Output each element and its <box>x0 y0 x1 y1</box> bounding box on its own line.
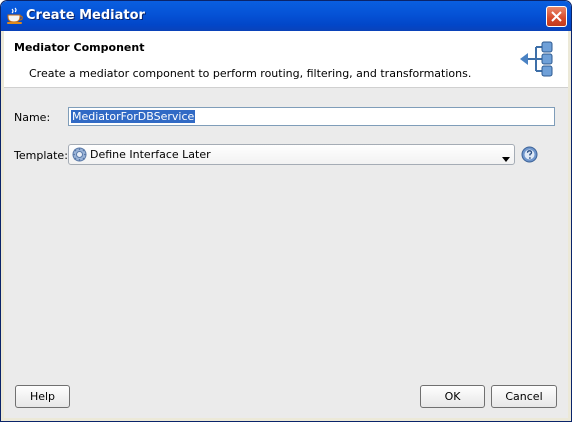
name-input[interactable]: MediatorForDBService <box>68 107 555 126</box>
template-label: Template: <box>14 149 68 162</box>
template-value: Define Interface Later <box>90 148 211 161</box>
window-title: Create Mediator <box>26 8 145 23</box>
title-bar[interactable]: Create Mediator <box>1 1 571 31</box>
help-button[interactable]: Help <box>15 385 70 408</box>
header-title: Mediator Component <box>14 41 145 54</box>
template-dropdown[interactable]: Define Interface Later <box>68 144 515 165</box>
close-button[interactable] <box>546 6 567 27</box>
header-description: Create a mediator component to perform r… <box>29 67 472 80</box>
ok-button[interactable]: OK <box>420 385 485 408</box>
cancel-button[interactable]: Cancel <box>491 385 557 408</box>
gear-icon <box>72 147 87 162</box>
close-icon <box>551 11 562 22</box>
dialog-content: Mediator Component Create a mediator com… <box>4 31 568 418</box>
mediator-routing-icon <box>518 39 558 79</box>
coffee-cup-icon <box>6 7 24 25</box>
name-label: Name: <box>14 111 51 124</box>
dialog-header: Mediator Component Create a mediator com… <box>4 31 568 88</box>
name-value: MediatorForDBService <box>71 110 196 123</box>
help-icon[interactable] <box>521 146 538 163</box>
create-mediator-dialog: Create Mediator Mediator Component Creat… <box>0 0 572 422</box>
chevron-down-icon <box>502 152 510 165</box>
